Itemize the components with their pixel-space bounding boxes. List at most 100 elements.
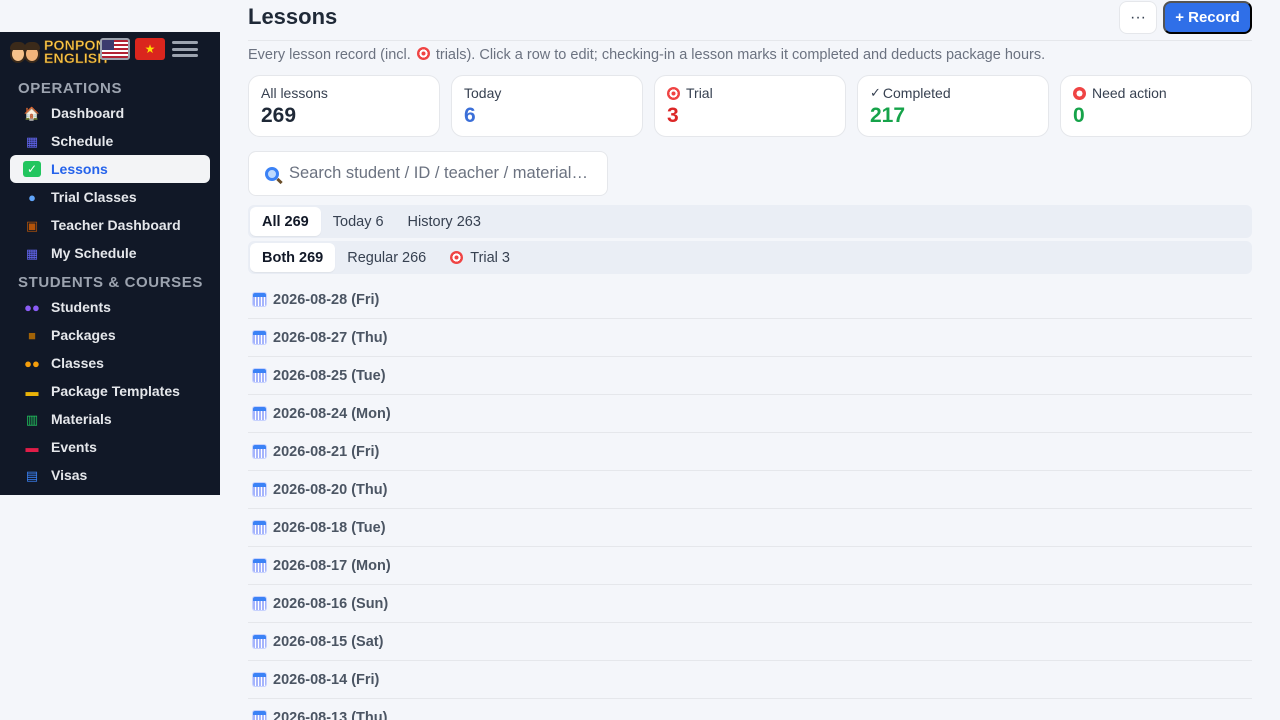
stat-label-text: Completed <box>882 85 951 101</box>
magnifier-icon: ● <box>28 189 36 205</box>
date-label: 2026-08-16 (Sun) <box>273 595 389 612</box>
tab-label: Trial 3 <box>470 249 510 266</box>
folder-icon: ▬ <box>25 383 39 399</box>
group-icon: ●● <box>24 355 40 371</box>
calendar-icon <box>253 559 266 572</box>
vietnam-flag-icon[interactable]: ★ <box>135 38 165 60</box>
tab-label: History 263 <box>407 213 481 230</box>
target-icon <box>416 47 430 60</box>
ticket-icon: ▬ <box>25 439 39 455</box>
date-group-header[interactable]: 2026-08-25 (Tue) <box>248 357 1252 395</box>
search-box[interactable] <box>248 151 608 196</box>
stat-label-text: Today <box>464 85 502 101</box>
add-record-button[interactable]: + Record <box>1163 1 1252 34</box>
date-label: 2026-08-27 (Thu) <box>273 329 388 346</box>
date-label: 2026-08-14 (Fri) <box>273 671 380 688</box>
date-group-header[interactable]: 2026-08-14 (Fri) <box>248 661 1252 699</box>
stat-card-completed[interactable]: ✓ Completed 217 <box>857 75 1049 137</box>
sidebar-item-label: Visas <box>51 467 88 483</box>
tab-label: Regular 266 <box>347 249 427 266</box>
stat-card-trial[interactable]: Trial 3 <box>654 75 846 137</box>
sidebar-item-my-schedule[interactable]: ▦ My Schedule <box>10 239 210 267</box>
calendar-icon <box>253 673 266 686</box>
tab-history[interactable]: History 263 <box>396 207 493 236</box>
target-icon <box>667 86 680 100</box>
brand-line-2: ENGLISH <box>44 50 108 66</box>
date-group-header[interactable]: 2026-08-24 (Mon) <box>248 395 1252 433</box>
menu-toggle-icon[interactable] <box>172 38 198 60</box>
date-label: 2026-08-13 (Thu) <box>273 709 388 720</box>
date-group-header[interactable]: 2026-08-15 (Sat) <box>248 623 1252 661</box>
calendar-icon: ▦ <box>25 133 39 149</box>
sidebar-item-lessons[interactable]: ✓ Lessons <box>10 155 210 183</box>
sidebar-item-trial-classes[interactable]: ● Trial Classes <box>10 183 210 211</box>
sidebar-section-title: OPERATIONS <box>18 80 123 97</box>
calendar-icon <box>253 483 266 496</box>
tab-trial[interactable]: Trial 3 <box>438 243 522 272</box>
sidebar-item-teacher-dashboard[interactable]: ▣ Teacher Dashboard <box>10 211 210 239</box>
sidebar-item-classes[interactable]: ●● Classes <box>10 349 210 377</box>
teacher-icon: ▣ <box>25 217 39 233</box>
tab-both[interactable]: Both 269 <box>250 243 336 272</box>
stat-label: Need action <box>1073 85 1239 101</box>
date-group-header[interactable]: 2026-08-27 (Thu) <box>248 319 1252 357</box>
date-label: 2026-08-17 (Mon) <box>273 557 391 574</box>
sidebar-item-schedule[interactable]: ▦ Schedule <box>10 127 210 155</box>
calendar-icon <box>253 521 266 534</box>
us-flag-icon[interactable] <box>100 38 130 60</box>
stat-card-all-lessons[interactable]: All lessons 269 <box>248 75 440 137</box>
stat-label-text: Trial <box>686 85 713 101</box>
description-start: Every lesson record (incl. <box>248 47 411 63</box>
sidebar-item-label: Materials <box>51 411 112 427</box>
sidebar-section-title: STUDENTS & COURSES <box>18 274 203 291</box>
sidebar: PONPON ENGLISH ★ OPERATIONS 🏠 Dashboard ▦ Sc… <box>0 32 220 495</box>
more-options-button[interactable]: ··· <box>1119 1 1157 34</box>
brand-name: PONPON ENGLISH <box>44 38 108 66</box>
date-group-header[interactable]: 2026-08-20 (Thu) <box>248 471 1252 509</box>
date-label: 2026-08-18 (Tue) <box>273 519 386 536</box>
mascot-logo-icon <box>10 37 42 67</box>
sidebar-item-dashboard[interactable]: 🏠 Dashboard <box>10 99 210 127</box>
tab-label: Today 6 <box>332 213 384 230</box>
tab-regular[interactable]: Regular 266 <box>335 243 438 272</box>
date-label: 2026-08-28 (Fri) <box>273 291 380 308</box>
date-group-header[interactable]: 2026-08-21 (Fri) <box>248 433 1252 471</box>
page-description: Every lesson record (incl. trials). Clic… <box>248 47 1045 63</box>
calendar-icon <box>253 597 266 610</box>
sidebar-item-materials[interactable]: ▥ Materials <box>10 405 210 433</box>
calendar-icon <box>253 331 266 344</box>
stat-card-today[interactable]: Today 6 <box>451 75 643 137</box>
date-group-header[interactable]: 2026-08-13 (Thu) <box>248 699 1252 720</box>
sidebar-item-label: My Schedule <box>51 245 137 261</box>
people-icon: ●● <box>24 299 40 315</box>
tab-all[interactable]: All 269 <box>250 207 321 236</box>
sidebar-item-package-templates[interactable]: ▬ Package Templates <box>10 377 210 405</box>
sidebar-item-label: Package Templates <box>51 383 180 399</box>
house-icon: 🏠 <box>23 105 41 121</box>
description-end: trials). Click a row to edit; checking-i… <box>435 47 1046 63</box>
stat-value: 0 <box>1073 104 1085 127</box>
sidebar-item-label: Dashboard <box>51 105 125 121</box>
check-icon: ✓ <box>870 85 881 100</box>
sidebar-item-students[interactable]: ●● Students <box>10 293 210 321</box>
sidebar-item-packages[interactable]: ■ Packages <box>10 321 210 349</box>
date-group-header[interactable]: 2026-08-28 (Fri) <box>248 281 1252 319</box>
stat-value: 3 <box>667 104 679 127</box>
search-input[interactable] <box>289 164 594 183</box>
stat-value: 217 <box>870 104 906 127</box>
stat-value: 6 <box>464 104 476 127</box>
date-group-header[interactable]: 2026-08-18 (Tue) <box>248 509 1252 547</box>
sidebar-item-visas[interactable]: ▤ Visas <box>10 461 210 489</box>
stat-card-need-action[interactable]: Need action 0 <box>1060 75 1252 137</box>
package-icon: ■ <box>28 327 36 343</box>
passport-icon: ▤ <box>25 467 39 483</box>
date-group-header[interactable]: 2026-08-16 (Sun) <box>248 585 1252 623</box>
sidebar-item-events[interactable]: ▬ Events <box>10 433 210 461</box>
page-title: Lessons <box>248 4 338 29</box>
books-icon: ▥ <box>25 411 39 427</box>
tab-today[interactable]: Today 6 <box>321 207 396 236</box>
date-group-header[interactable]: 2026-08-17 (Mon) <box>248 547 1252 585</box>
stat-value: 269 <box>261 104 297 127</box>
stat-label: ✓ Completed <box>870 85 1036 101</box>
time-filter-tabs: All 269 Today 6 History 263 <box>248 205 1252 238</box>
